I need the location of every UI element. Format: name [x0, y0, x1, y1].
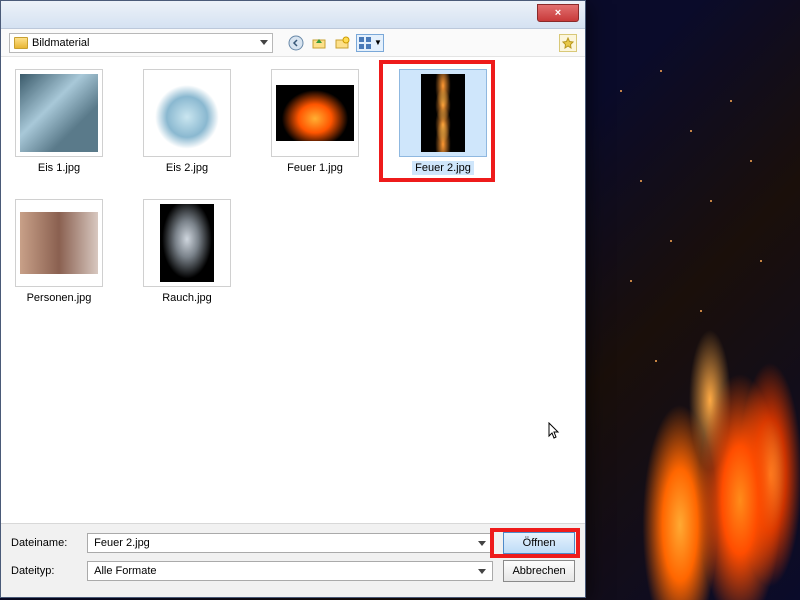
- new-folder-icon[interactable]: [333, 34, 351, 52]
- up-folder-icon[interactable]: [310, 34, 328, 52]
- chevron-down-icon: [478, 541, 486, 546]
- folder-icon: [14, 37, 28, 49]
- thumbnail: [148, 74, 226, 152]
- file-name: Personen.jpg: [24, 291, 95, 305]
- thumbnail: [20, 212, 98, 274]
- file-name: Eis 2.jpg: [163, 161, 211, 175]
- file-item-selected[interactable]: Feuer 2.jpg: [393, 69, 493, 175]
- filename-label: Dateiname:: [11, 537, 77, 549]
- file-item[interactable]: Personen.jpg: [9, 199, 109, 305]
- filename-value: Feuer 2.jpg: [94, 537, 150, 549]
- thumbnail: [276, 85, 354, 141]
- open-button[interactable]: Öffnen: [503, 532, 575, 554]
- file-item[interactable]: Feuer 1.jpg: [265, 69, 365, 175]
- folder-name: Bildmaterial: [32, 37, 260, 49]
- file-item[interactable]: Eis 1.jpg: [9, 69, 109, 175]
- file-item[interactable]: Eis 2.jpg: [137, 69, 237, 175]
- filename-input[interactable]: Feuer 2.jpg: [87, 533, 493, 553]
- filetype-label: Dateityp:: [11, 565, 77, 577]
- filetype-dropdown[interactable]: Alle Formate: [87, 561, 493, 581]
- chevron-down-icon: [260, 40, 268, 45]
- background-sparks: [600, 60, 780, 460]
- thumbnail: [20, 74, 98, 152]
- back-icon[interactable]: [287, 34, 305, 52]
- file-open-dialog: × Bildmaterial ▼: [0, 0, 586, 598]
- thumbnail: [421, 74, 465, 152]
- close-button[interactable]: ×: [537, 4, 579, 22]
- toolbar: Bildmaterial ▼: [1, 29, 585, 57]
- file-name: Eis 1.jpg: [35, 161, 83, 175]
- bottom-panel: Dateiname: Feuer 2.jpg Öffnen Dateityp: …: [1, 523, 585, 597]
- favorites-icon[interactable]: [559, 34, 577, 52]
- file-name: Feuer 1.jpg: [284, 161, 346, 175]
- chevron-down-icon: [478, 569, 486, 574]
- file-item[interactable]: Rauch.jpg: [137, 199, 237, 305]
- view-menu-icon[interactable]: ▼: [356, 34, 384, 52]
- file-list-area[interactable]: Eis 1.jpg Eis 2.jpg Feuer 1.jpg Feuer 2.…: [1, 57, 585, 523]
- thumbnail: [160, 204, 214, 282]
- titlebar[interactable]: ×: [1, 1, 585, 29]
- file-name: Rauch.jpg: [159, 291, 215, 305]
- cancel-button[interactable]: Abbrechen: [503, 560, 575, 582]
- filetype-value: Alle Formate: [94, 565, 156, 577]
- folder-dropdown[interactable]: Bildmaterial: [9, 33, 273, 53]
- file-name: Feuer 2.jpg: [412, 161, 474, 175]
